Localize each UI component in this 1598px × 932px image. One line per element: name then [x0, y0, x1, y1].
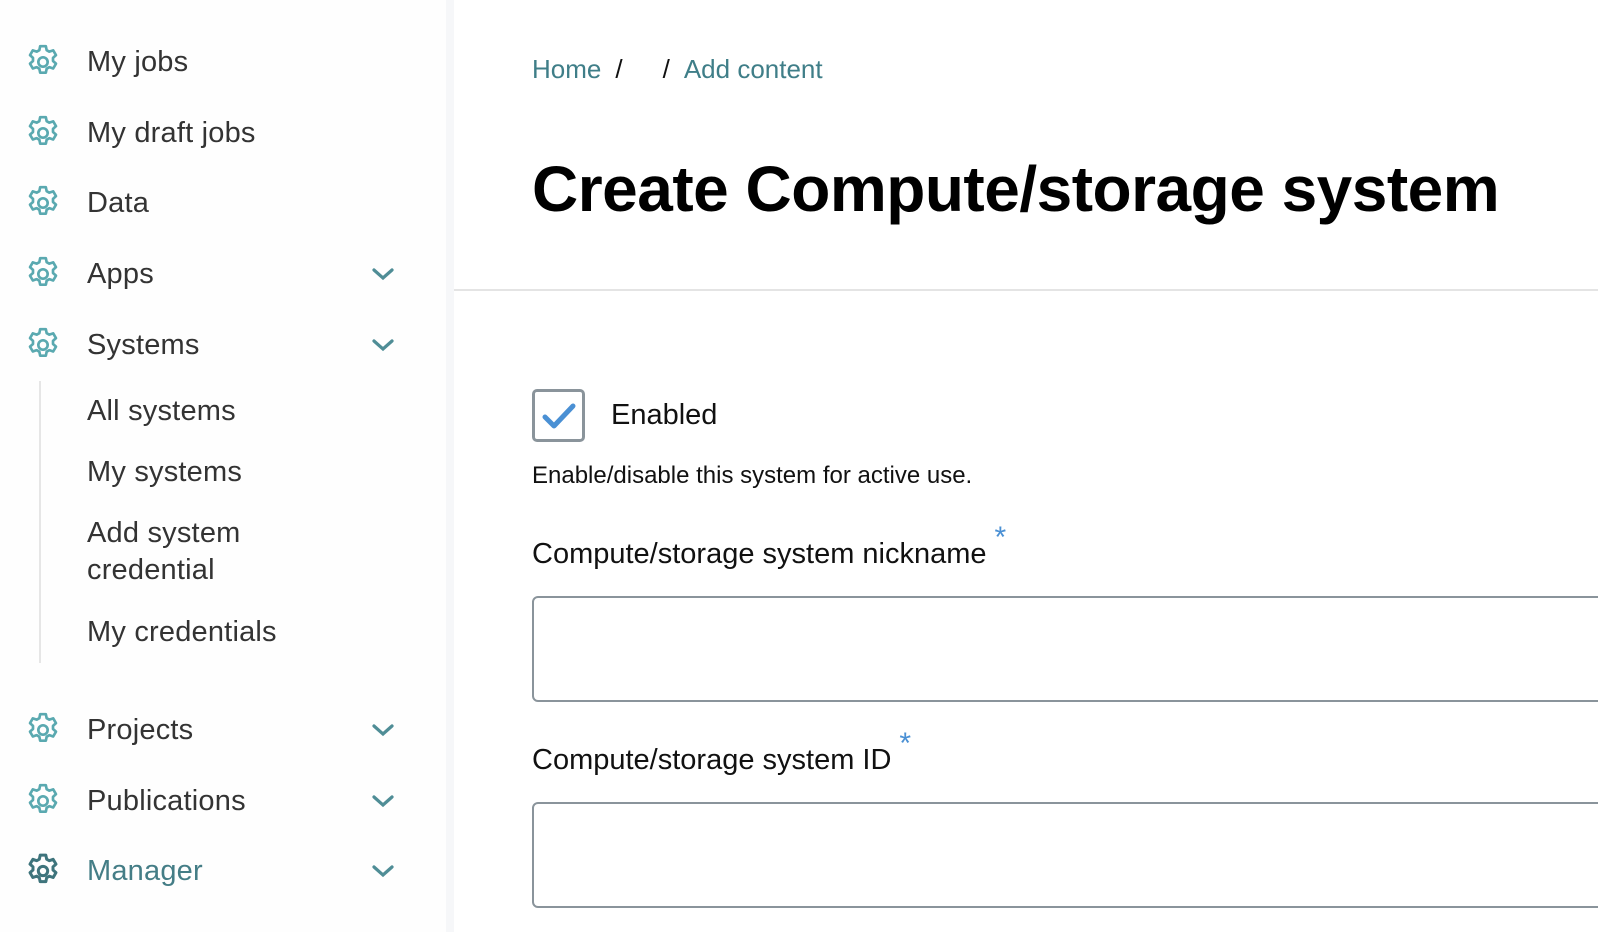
sidebar-item-apps[interactable]: Apps: [22, 250, 412, 298]
page-title: Create Compute/storage system: [532, 153, 1500, 225]
gear-icon: [22, 112, 64, 154]
checkmark-icon: [542, 403, 575, 428]
enabled-checkbox[interactable]: [532, 389, 585, 442]
sidebar-item-data[interactable]: Data: [22, 179, 412, 227]
chevron-down-icon[interactable]: [370, 859, 396, 883]
main-content: Home / / Add content Create Compute/stor…: [454, 0, 1598, 932]
gear-icon: [22, 253, 64, 295]
chevron-down-icon[interactable]: [370, 789, 396, 813]
sidebar-gutter: [446, 0, 454, 932]
chevron-down-icon[interactable]: [370, 262, 396, 286]
sidebar-item-projects[interactable]: Projects: [22, 706, 412, 754]
system-id-label: Compute/storage system ID *: [532, 727, 911, 777]
sidebar-item-label: My draft jobs: [87, 116, 256, 149]
breadcrumb-separator: /: [615, 54, 623, 84]
sidebar-item-my-draft-jobs[interactable]: My draft jobs: [22, 109, 412, 157]
sidebar-item-label: Systems: [87, 328, 200, 361]
system-id-input[interactable]: [532, 802, 1598, 908]
sidebar-item-label: Publications: [87, 784, 246, 817]
submenu-rail: [39, 381, 41, 663]
breadcrumb: Home / / Add content: [532, 54, 823, 85]
gear-icon: [22, 850, 64, 892]
enabled-label: Enabled: [611, 399, 718, 431]
nickname-label: Compute/storage system nickname *: [532, 521, 1006, 571]
sidebar-item-label: My jobs: [87, 45, 189, 78]
gear-icon: [22, 41, 64, 83]
enabled-help-text: Enable/disable this system for active us…: [532, 462, 973, 489]
sidebar-item-label: Manager: [87, 854, 203, 887]
sidebar-item-publications[interactable]: Publications: [22, 777, 412, 825]
gear-icon: [22, 780, 64, 822]
gear-icon: [22, 324, 64, 366]
sidebar-subitem-all-systems[interactable]: All systems: [87, 393, 236, 430]
enabled-checkbox-row[interactable]: Enabled: [532, 389, 717, 442]
nickname-label-text: Compute/storage system nickname: [532, 538, 987, 570]
required-marker: *: [994, 521, 1007, 554]
required-marker: *: [899, 727, 912, 760]
system-id-label-text: Compute/storage system ID: [532, 744, 892, 776]
sidebar-subitem-my-credentials[interactable]: My credentials: [87, 614, 277, 651]
chevron-down-icon[interactable]: [370, 333, 396, 357]
sidebar-item-manager[interactable]: Manager: [22, 847, 412, 895]
gear-icon: [22, 709, 64, 751]
sidebar-item-label: Projects: [87, 713, 194, 746]
sidebar-subitem-my-systems[interactable]: My systems: [87, 454, 242, 491]
nickname-input[interactable]: [532, 596, 1598, 702]
gear-icon: [22, 182, 64, 224]
sidebar: My jobs My draft jobs Data Apps Systems …: [0, 0, 446, 932]
sidebar-subitem-add-system-credential[interactable]: Add system credential: [87, 515, 287, 589]
header-divider: [454, 289, 1598, 291]
sidebar-item-label: Data: [87, 186, 150, 219]
breadcrumb-separator: /: [662, 54, 670, 84]
sidebar-item-label: Apps: [87, 257, 154, 290]
breadcrumb-home-link[interactable]: Home: [532, 54, 601, 85]
sidebar-item-my-jobs[interactable]: My jobs: [22, 38, 412, 86]
chevron-down-icon[interactable]: [370, 718, 396, 742]
sidebar-item-systems[interactable]: Systems: [22, 321, 412, 369]
breadcrumb-add-content-link[interactable]: Add content: [684, 54, 823, 85]
